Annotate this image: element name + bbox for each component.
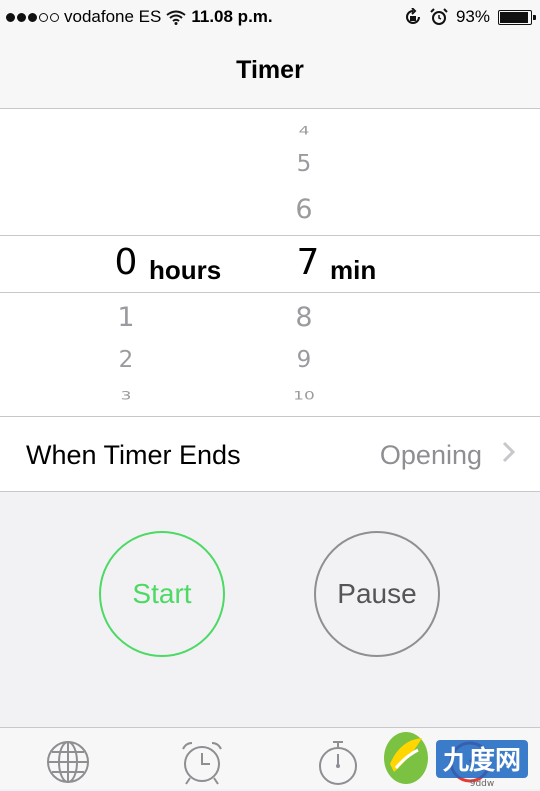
tab-world-clock[interactable] xyxy=(46,740,90,789)
stopwatch-icon xyxy=(319,741,357,785)
hours-option[interactable]: 1 xyxy=(96,302,156,333)
status-bar: vodafone ES 11.08 p.m. 93% xyxy=(0,0,540,36)
hours-unit-label: hours xyxy=(149,255,222,285)
hours-option[interactable]: 2 xyxy=(96,347,156,373)
minutes-option[interactable]: 8 xyxy=(274,302,334,333)
carrier-name: vodafone ES xyxy=(64,7,162,26)
minutes-option[interactable]: 4 xyxy=(274,124,334,138)
pause-button[interactable]: Pause xyxy=(314,531,440,657)
status-right: 93% xyxy=(404,7,536,27)
battery-percent: 93% xyxy=(455,7,490,26)
minutes-option[interactable]: 5 xyxy=(274,151,334,177)
nav-bar: Timer xyxy=(0,36,540,109)
tab-alarm[interactable] xyxy=(180,740,224,791)
minutes-option[interactable]: 9 xyxy=(274,347,334,373)
start-button[interactable]: Start xyxy=(99,531,225,657)
alarm-clock-icon xyxy=(182,742,222,785)
hours-selected-value: 0 xyxy=(114,242,138,283)
minutes-option[interactable]: 10 xyxy=(274,389,334,403)
globe-icon xyxy=(47,741,89,783)
when-timer-ends-label: When Timer Ends xyxy=(26,440,241,470)
chevron-right-icon xyxy=(502,441,516,463)
wifi-icon xyxy=(166,10,186,25)
svg-text:九度网: 九度网 xyxy=(442,745,521,776)
hours-option[interactable]: 3 xyxy=(96,389,156,403)
start-button-label: Start xyxy=(132,578,192,609)
timer-picker[interactable]: 0 1 2 3 hours 4 5 6 7 8 9 10 min xyxy=(0,109,540,417)
carrier-info: vodafone ES 11.08 p.m. xyxy=(6,7,273,27)
battery-icon xyxy=(498,9,536,25)
minutes-selected-value: 7 xyxy=(296,242,320,283)
signal-strength-icon xyxy=(6,12,59,22)
picker-selection-band xyxy=(0,235,540,293)
alarm-status-icon xyxy=(430,8,448,25)
minutes-unit-label: min xyxy=(330,255,377,285)
watermark-logo: 九度网 9ddw xyxy=(384,732,528,788)
page-title: Timer xyxy=(236,56,304,84)
timer-end-sound-value: Opening xyxy=(379,440,482,470)
status-time: 11.08 p.m. xyxy=(191,7,273,26)
rotation-lock-icon xyxy=(406,8,420,24)
pause-button-label: Pause xyxy=(337,578,417,609)
watermark-url: 9ddw xyxy=(470,779,495,788)
tab-stopwatch[interactable] xyxy=(316,740,360,791)
minutes-option[interactable]: 6 xyxy=(274,194,334,225)
when-timer-ends-row[interactable]: When Timer Ends Opening xyxy=(0,417,540,492)
